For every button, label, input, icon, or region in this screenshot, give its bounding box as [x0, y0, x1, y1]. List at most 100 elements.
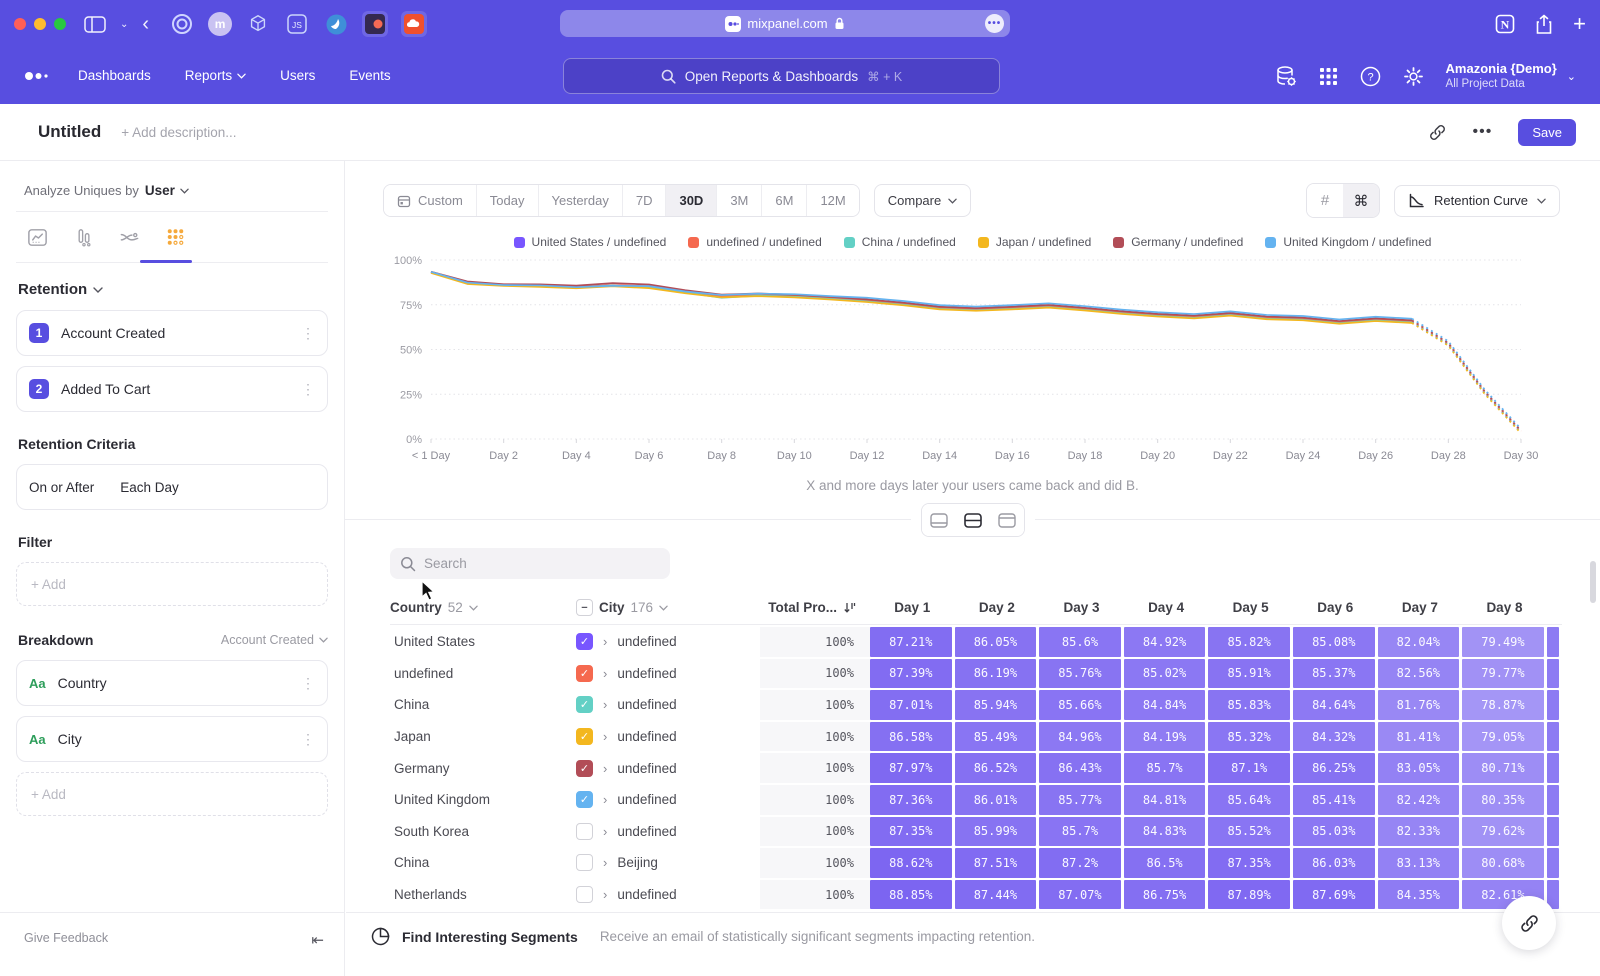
kebab-menu-icon[interactable]: ⋮	[301, 325, 315, 342]
retention-cell[interactable]: 85.76%	[1039, 659, 1121, 689]
layout-split-button[interactable]	[956, 504, 990, 536]
retention-cell[interactable]: 85.83%	[1208, 690, 1290, 720]
retention-cell[interactable]: 87.35%	[870, 817, 952, 847]
criteria-interval[interactable]: Each Day	[120, 480, 179, 495]
legend-item-japan-undefined[interactable]: Japan / undefined	[978, 235, 1091, 249]
retention-section-title[interactable]: Retention	[18, 281, 328, 298]
retention-cell[interactable]: 85.32%	[1208, 722, 1290, 752]
row-checkbox[interactable]: ✓	[576, 791, 593, 808]
zoom-window-button[interactable]	[54, 18, 66, 30]
range-today-button[interactable]: Today	[477, 185, 539, 216]
new-tab-icon[interactable]: +	[1573, 13, 1586, 35]
day-column-header-day-8[interactable]: Day 8	[1462, 600, 1547, 615]
retention-cell[interactable]: 85.41%	[1293, 785, 1375, 815]
retention-cell[interactable]: 85.08%	[1293, 627, 1375, 657]
more-actions-icon[interactable]: •••	[1473, 123, 1493, 141]
mixpanel-extension-icon[interactable]	[362, 11, 388, 37]
retention-cell[interactable]: 87.51%	[955, 848, 1037, 878]
day-column-header-day-7[interactable]: Day 7	[1378, 600, 1463, 615]
retention-cell[interactable]: 85.64%	[1208, 785, 1290, 815]
retention-cell[interactable]: 85.52%	[1208, 817, 1290, 847]
retention-cell[interactable]: 86.05%	[955, 627, 1037, 657]
expand-row-icon[interactable]: ›	[603, 634, 607, 649]
add-description[interactable]: + Add description...	[121, 125, 236, 140]
mixpanel-logo[interactable]	[24, 70, 50, 82]
collapse-sidebar-icon[interactable]: ⇤	[311, 931, 324, 949]
compare-button[interactable]: Compare	[874, 184, 971, 217]
retention-step-2[interactable]: 2 Added To Cart ⋮	[16, 366, 328, 412]
give-feedback-link[interactable]: Give Feedback	[24, 931, 108, 945]
nav-link-events[interactable]: Events	[349, 68, 390, 83]
retention-cell[interactable]: 84.32%	[1293, 722, 1375, 752]
retention-cell[interactable]: 85.49%	[955, 722, 1037, 752]
chart-type-selector[interactable]: Retention Curve	[1394, 185, 1560, 217]
expand-row-icon[interactable]: ›	[603, 792, 607, 807]
retention-cell[interactable]: 87.36%	[870, 785, 952, 815]
legend-item-united-states-undefined[interactable]: United States / undefined	[514, 235, 667, 249]
legend-item-united-kingdom-undefined[interactable]: United Kingdom / undefined	[1265, 235, 1431, 249]
retention-cell[interactable]: 79.05%	[1462, 722, 1544, 752]
day-column-header-day-1[interactable]: Day 1	[870, 600, 955, 615]
retention-cell[interactable]: 81.76%	[1378, 690, 1460, 720]
range-12m-button[interactable]: 12M	[807, 185, 858, 216]
select-all-checkbox[interactable]: −	[576, 599, 593, 616]
retention-cell[interactable]: 81.41%	[1378, 722, 1460, 752]
cube-extension-icon[interactable]	[245, 11, 271, 37]
address-bar[interactable]: mixpanel.com •••	[560, 10, 1010, 37]
table-search-input[interactable]	[424, 556, 644, 571]
retention-cell[interactable]: 87.89%	[1208, 880, 1290, 910]
breakdown-item-country[interactable]: Aa Country ⋮	[16, 660, 328, 706]
project-selector[interactable]: Amazonia {Demo} All Project Data ⌄	[1446, 61, 1576, 92]
add-breakdown-button[interactable]: + Add	[16, 772, 328, 816]
expand-row-icon[interactable]: ›	[603, 824, 607, 839]
nav-link-dashboards[interactable]: Dashboards	[78, 68, 151, 83]
retention-cell[interactable]: 84.19%	[1124, 722, 1206, 752]
retention-cell[interactable]: 87.69%	[1293, 880, 1375, 910]
expand-row-icon[interactable]: ›	[603, 729, 607, 744]
range-7d-button[interactable]: 7D	[623, 185, 667, 216]
retention-cell[interactable]: 84.35%	[1378, 880, 1460, 910]
retention-cell[interactable]: 86.03%	[1293, 848, 1375, 878]
row-checkbox[interactable]: ✓	[576, 696, 593, 713]
retention-cell[interactable]: 86.43%	[1039, 753, 1121, 783]
retention-cell[interactable]: 82.56%	[1378, 659, 1460, 689]
soundcloud-extension-icon[interactable]	[401, 11, 427, 37]
layout-table-only-button[interactable]	[990, 504, 1024, 536]
legend-item-china-undefined[interactable]: China / undefined	[844, 235, 956, 249]
copy-link-icon[interactable]	[1428, 123, 1447, 142]
number-toggle-button[interactable]: #	[1307, 184, 1343, 217]
retention-cell[interactable]: 84.64%	[1293, 690, 1375, 720]
retention-cell[interactable]: 86.52%	[955, 753, 1037, 783]
retention-cell[interactable]: 85.77%	[1039, 785, 1121, 815]
notion-icon[interactable]: N	[1495, 14, 1515, 34]
retention-cell[interactable]: 86.01%	[955, 785, 1037, 815]
retention-cell[interactable]: 85.6%	[1039, 627, 1121, 657]
expand-row-icon[interactable]: ›	[603, 887, 607, 902]
help-icon[interactable]: ?	[1360, 66, 1381, 87]
retention-cell[interactable]: 87.39%	[870, 659, 952, 689]
nav-link-users[interactable]: Users	[280, 68, 315, 83]
retention-cell[interactable]: 86.5%	[1124, 848, 1206, 878]
retention-cell[interactable]: 82.33%	[1378, 817, 1460, 847]
row-checkbox[interactable]: ✓	[576, 665, 593, 682]
kebab-menu-icon[interactable]: ⋮	[301, 675, 315, 692]
retention-cell[interactable]: 82.42%	[1378, 785, 1460, 815]
retention-cell[interactable]: 87.35%	[1208, 848, 1290, 878]
retention-cell[interactable]: 79.49%	[1462, 627, 1544, 657]
row-checkbox[interactable]: ✓	[576, 633, 593, 650]
expand-row-icon[interactable]: ›	[603, 697, 607, 712]
retention-cell[interactable]: 84.84%	[1124, 690, 1206, 720]
breakdown-scope-selector[interactable]: Account Created	[221, 633, 328, 647]
range-6m-button[interactable]: 6M	[762, 185, 807, 216]
retention-criteria-card[interactable]: On or After Each Day	[16, 464, 328, 510]
retention-cell[interactable]: 86.58%	[870, 722, 952, 752]
target-extension-icon[interactable]	[169, 11, 195, 37]
js-extension-icon[interactable]: JS	[284, 11, 310, 37]
vertical-scrollbar[interactable]	[1590, 561, 1596, 603]
m-extension-icon[interactable]: m	[208, 12, 232, 36]
legend-item-undefined-undefined[interactable]: undefined / undefined	[688, 235, 821, 249]
tab-retention[interactable]	[162, 224, 188, 250]
retention-cell[interactable]: 86.19%	[955, 659, 1037, 689]
retention-cell[interactable]: 85.37%	[1293, 659, 1375, 689]
day-column-header-day-4[interactable]: Day 4	[1124, 600, 1209, 615]
